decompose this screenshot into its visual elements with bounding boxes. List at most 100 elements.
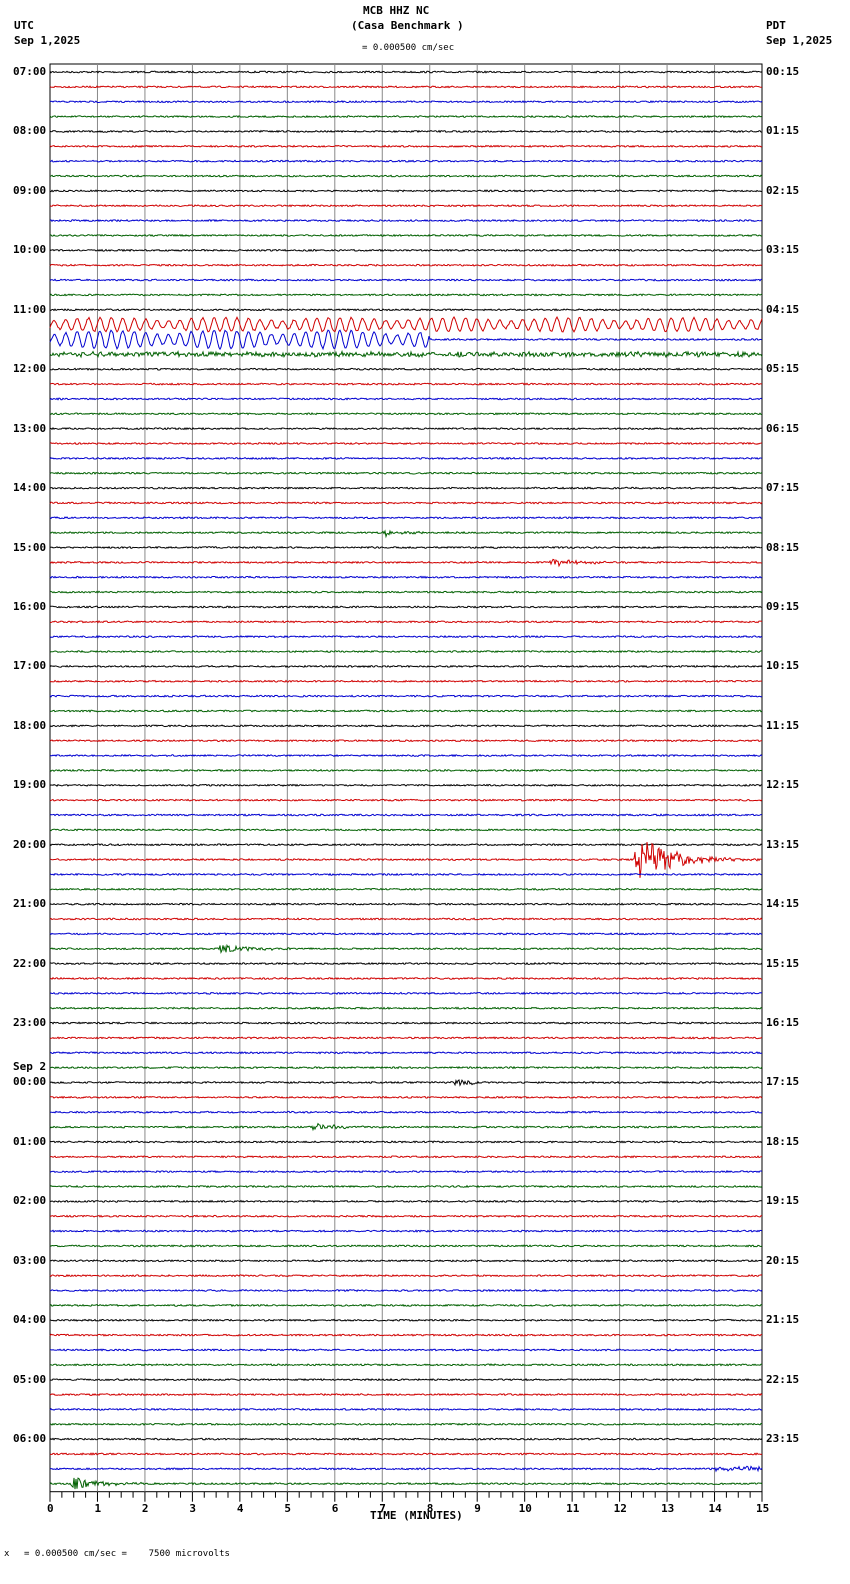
trace-line bbox=[49, 798, 763, 802]
x-tick-label: 1 bbox=[94, 1501, 102, 1515]
pdt-hour-label: 03:15 bbox=[766, 243, 800, 257]
trace-line bbox=[49, 1006, 763, 1010]
trace-line bbox=[49, 1065, 763, 1070]
x-tick-label: 13 bbox=[661, 1501, 675, 1515]
trace-line bbox=[49, 70, 763, 74]
x-tick-label: 12 bbox=[613, 1501, 627, 1515]
x-tick-label: 3 bbox=[189, 1501, 197, 1515]
trace-line bbox=[50, 382, 763, 386]
trace-line bbox=[49, 1229, 763, 1233]
utc-hour-label: 15:00 bbox=[13, 540, 47, 554]
utc-hour-label: 01:00 bbox=[13, 1134, 47, 1148]
helicorder: MCB HHZ NC (Casa Benchmark ) UTC Sep 1,2… bbox=[0, 0, 850, 1584]
trace-line bbox=[49, 1422, 763, 1426]
x-tick-label: 10 bbox=[518, 1501, 532, 1515]
trace-line bbox=[49, 634, 763, 639]
trace-line bbox=[49, 293, 763, 297]
trace-line bbox=[49, 1155, 762, 1159]
pdt-hour-label: 19:15 bbox=[766, 1194, 800, 1208]
trace-line bbox=[49, 976, 763, 981]
trace-line bbox=[49, 1378, 763, 1382]
trace-line bbox=[49, 441, 763, 446]
trace-line bbox=[49, 739, 762, 743]
trace-line bbox=[49, 605, 762, 609]
x-tick-label: 0 bbox=[47, 1501, 54, 1515]
x-tick-label: 6 bbox=[331, 1501, 339, 1515]
trace-line bbox=[49, 308, 763, 312]
utc-hour-label: 20:00 bbox=[13, 837, 47, 851]
trace-line bbox=[49, 664, 763, 669]
utc-hour-label: 10:00 bbox=[13, 243, 47, 257]
trace-line bbox=[49, 1437, 763, 1441]
trace-line bbox=[49, 349, 763, 359]
utc-hour-label: 21:00 bbox=[13, 897, 47, 911]
utc-hour-label: 05:00 bbox=[13, 1372, 47, 1386]
trace-line bbox=[49, 902, 763, 906]
trace-line bbox=[49, 397, 763, 401]
pdt-hour-label: 06:15 bbox=[766, 421, 800, 435]
utc-hour-label: 16:00 bbox=[13, 599, 47, 613]
trace-line bbox=[49, 159, 763, 163]
trace-line bbox=[49, 144, 763, 149]
trace-line bbox=[49, 1244, 763, 1248]
pdt-hour-label: 05:15 bbox=[766, 362, 800, 376]
utc-hour-label: 23:00 bbox=[13, 1016, 47, 1030]
trace-line bbox=[49, 872, 763, 877]
trace-line bbox=[49, 1169, 763, 1174]
trace-line bbox=[49, 278, 762, 282]
utc-hour-label: 03:00 bbox=[13, 1253, 47, 1267]
trace-line bbox=[49, 471, 763, 475]
trace-line bbox=[49, 1288, 763, 1293]
trace-line bbox=[49, 813, 763, 817]
pdt-hour-label: 01:15 bbox=[766, 124, 800, 138]
trace-line bbox=[49, 887, 763, 891]
x-tick-label: 14 bbox=[708, 1501, 722, 1515]
trace-line bbox=[49, 1078, 763, 1087]
trace-line bbox=[49, 1348, 763, 1352]
trace-line bbox=[49, 649, 763, 654]
trace-line bbox=[49, 367, 763, 371]
pdt-hour-label: 14:15 bbox=[766, 897, 800, 911]
trace-line bbox=[49, 204, 763, 208]
pdt-hour-label: 20:15 bbox=[766, 1253, 800, 1267]
utc-hour-label: 00:00 bbox=[13, 1075, 47, 1089]
trace-line bbox=[49, 768, 763, 773]
trace-line bbox=[49, 961, 763, 966]
utc-hour-label: 08:00 bbox=[13, 124, 47, 138]
x-tick-label: 11 bbox=[566, 1501, 580, 1515]
trace-line bbox=[49, 1465, 763, 1473]
utc-hour-label: 04:00 bbox=[13, 1313, 47, 1327]
pdt-hour-label: 12:15 bbox=[766, 778, 800, 792]
trace-line bbox=[49, 1184, 763, 1189]
trace-line bbox=[49, 501, 763, 505]
trace-line bbox=[49, 412, 763, 416]
trace-line bbox=[49, 100, 763, 104]
trace-line bbox=[49, 1333, 763, 1337]
x-tick-label: 15 bbox=[756, 1501, 770, 1515]
trace-line bbox=[49, 114, 763, 119]
trace-line bbox=[49, 991, 763, 995]
trace-line bbox=[49, 516, 763, 520]
trace-line bbox=[49, 932, 763, 936]
utc-hour-label: 07:00 bbox=[13, 65, 47, 78]
trace-line bbox=[49, 1303, 763, 1308]
pdt-hour-label: 18:15 bbox=[766, 1134, 800, 1148]
x-tick-label: 5 bbox=[284, 1501, 291, 1515]
trace-line bbox=[49, 843, 763, 847]
pdt-hour-label: 17:15 bbox=[766, 1075, 800, 1089]
trace-line bbox=[49, 783, 763, 787]
pdt-hour-label: 00:15 bbox=[766, 65, 800, 78]
x-tick-label: 2 bbox=[141, 1501, 149, 1515]
trace-line bbox=[49, 679, 763, 683]
trace-line bbox=[49, 329, 763, 351]
trace-line bbox=[49, 1122, 763, 1132]
trace-line bbox=[49, 456, 762, 460]
utc-hour-label: 22:00 bbox=[13, 956, 47, 970]
utc-hour-label: 13:00 bbox=[13, 421, 47, 435]
trace-line bbox=[49, 1452, 763, 1456]
pdt-hour-label: 23:15 bbox=[766, 1432, 800, 1446]
trace-line bbox=[49, 218, 763, 223]
trace-line bbox=[49, 233, 763, 238]
trace-line bbox=[49, 1259, 763, 1263]
trace-line bbox=[49, 545, 763, 550]
